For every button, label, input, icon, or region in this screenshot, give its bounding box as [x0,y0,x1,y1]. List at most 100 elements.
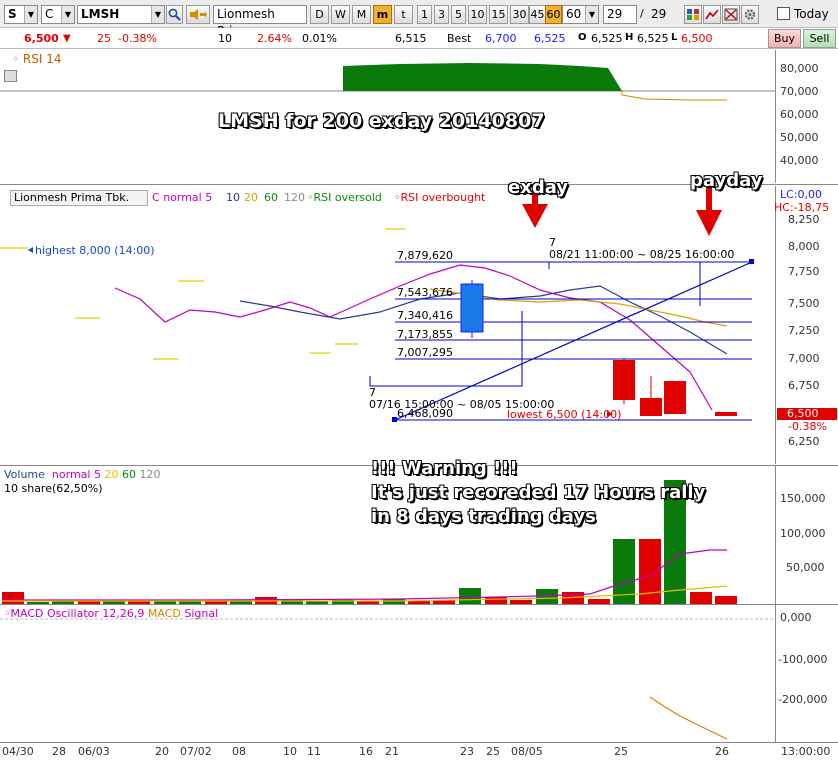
period-3[interactable]: 3 [434,5,449,24]
volume-bar [690,592,712,604]
sell-button[interactable]: Sell [803,29,836,48]
period-D[interactable]: D [310,5,329,24]
period-label: 1 [421,8,428,21]
price-tick: 6,250 [788,435,820,448]
period-label: 30 [512,8,527,21]
period-M[interactable]: M [352,5,371,24]
x-tick: 26 [715,745,729,758]
page-separator: / [640,7,644,20]
gear-icon [744,9,756,20]
macd-title: MACD Oscillator 12,26,9 [10,607,145,620]
x-tick: 10 [283,745,297,758]
period-label: 45 [530,8,545,21]
period-30[interactable]: 30 [510,5,529,24]
macd-chart [0,618,775,740]
open-label: O [578,32,587,43]
period-60[interactable]: 60 [545,5,562,24]
page-input[interactable]: 29 [603,5,637,24]
ticker-value: LMSH [81,7,120,21]
grid-button[interactable] [684,5,702,24]
volume-count: 10 [218,32,232,45]
chevron-down-icon: ▼ [24,6,37,23]
clear-button[interactable] [722,5,740,24]
highest-label: highest 8,000 (14:00) [35,244,155,257]
period-label: W [335,8,346,21]
price-legend-name[interactable]: Lionmesh Prima Tbk. [10,190,148,206]
company-name-field: Lionmesh Prima [213,5,307,38]
chevron-down-icon: ▼ [151,6,164,23]
price-tick: 8,250 [788,213,820,226]
x-tick: 04/30 [2,745,34,758]
period-5[interactable]: 5 [451,5,466,24]
draw-tools-icon [705,9,719,20]
rsi-tick: 40,000 [780,154,819,167]
x-tick: 06/03 [78,745,110,758]
chevron-down-icon: ▼ [61,6,74,23]
rsi-tick: 60,000 [780,108,819,121]
quote-bar: 6,500 ▼ 25 -0.38% 10 2.64% 0.01% 6,515 B… [0,28,838,49]
period-m[interactable]: m [373,5,392,24]
price-tick: 7,250 [788,324,820,337]
price-change: 25 [97,32,111,45]
best-label: Best [447,32,472,45]
turnover-pct: 0.01% [302,32,337,45]
price-tick: 7,750 [788,265,820,278]
period-t[interactable]: t [394,5,413,24]
page-current: 29 [607,7,623,21]
price-panel[interactable]: Lionmesh Prima Tbk. C normal 5 10 20 60 … [0,186,775,464]
search-button[interactable] [166,5,183,24]
legend-ma60: 60 [264,191,278,204]
volume-ma60-label: 60 [121,468,136,481]
fib-label: 7,543,676 [397,286,453,299]
period-10[interactable]: 10 [468,5,487,24]
market-select[interactable]: S ▼ [4,5,38,24]
x-tick: 28 [52,745,66,758]
market-select-value: S [8,7,17,21]
period-label: m [376,8,389,21]
ticker-input[interactable]: LMSH ▼ [77,5,165,24]
range-bottom-label: 07/16 15:00:00 ~ 08/05 15:00:00 [369,398,555,411]
interval-select[interactable]: 60 ▼ [562,5,599,24]
period-15[interactable]: 15 [489,5,508,24]
volume-title: Volume [4,468,45,481]
trend-handle [749,259,754,264]
draw-tools-button[interactable] [703,5,721,24]
macd-tick: 0,000 [780,611,812,624]
chevron-down-icon: ▼ [585,6,598,23]
legend-normal-text: normal [163,191,202,204]
legend-rsi-overbought: ◦RSI overbought [394,191,486,204]
x-tick: 07/02 [180,745,212,758]
toolbar: S ▼ C ▼ LMSH ▼ Lionmesh Prima D W M m t … [0,0,838,38]
fib-label: 7,879,620 [397,249,453,262]
settings-button[interactable] [741,5,759,24]
period-1[interactable]: 1 [417,5,432,24]
buy-button[interactable]: Buy [768,29,801,48]
sell-label: Sell [809,32,830,45]
clear-icon [724,8,738,21]
legend-ma20: 20 [244,191,258,204]
warning-line: in 8 days trading days [371,506,596,527]
period-W[interactable]: W [331,5,350,24]
volume-bar [715,596,737,604]
macd-panel[interactable]: ◦MACD Oscillator 12,26,9 MACD Signal [0,605,775,742]
volume-ma5-label: 5 [93,468,101,481]
period-45[interactable]: 45 [529,5,546,24]
legend-ma120: 120 [284,191,305,204]
today-checkbox[interactable] [777,7,790,20]
warning-line: It's just recoreded 17 Hours rally [371,482,706,503]
open-price: 6,525 [591,32,623,45]
rsi-line [621,91,727,101]
legend-rsi-oversold: ◦RSI oversold [307,191,382,204]
legend-ma10: 10 [226,191,240,204]
macd-legend: ◦MACD Oscillator 12,26,9 MACD Signal [4,607,218,620]
highest-arrow [28,247,33,253]
page-total: 29 [651,7,667,21]
best-bid: 6,700 [485,32,517,45]
chart-type-select[interactable]: C ▼ [41,5,75,24]
candle-body [715,412,737,416]
fib-label: 7,173,855 [397,328,453,341]
alert-button[interactable] [186,5,210,24]
volume-bar [2,592,24,604]
down-arrow-icon: ▼ [63,33,71,44]
warning-annotation: !!! Warning !!! It's just recoreded 17 H… [371,457,705,529]
